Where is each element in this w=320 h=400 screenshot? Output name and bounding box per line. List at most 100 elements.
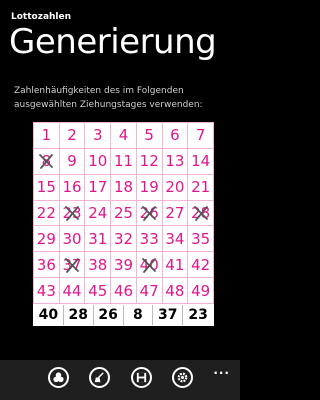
lotto-number-label: 49 bbox=[191, 281, 211, 300]
lotto-number-cell[interactable]: 36 bbox=[34, 252, 60, 279]
lotto-number-cell[interactable]: 16 bbox=[59, 174, 86, 201]
lotto-number-label: 33 bbox=[139, 229, 159, 248]
lotto-number-label: 6 bbox=[170, 126, 180, 145]
lotto-number-label: 20 bbox=[165, 178, 185, 197]
generated-numbers-row: 40 28 26 8 37 23 bbox=[33, 304, 214, 326]
lotto-number-label: 42 bbox=[191, 255, 211, 274]
lotto-number-cell[interactable]: 9 bbox=[59, 148, 86, 175]
lotto-number-cell[interactable]: 23 bbox=[59, 200, 86, 227]
lotto-number-cell[interactable]: 46 bbox=[111, 278, 137, 304]
instructions-text: Zahlenhäufigkeiten des im Folgenden ausg… bbox=[14, 86, 203, 110]
lotto-number-cell[interactable]: 21 bbox=[188, 174, 214, 201]
lotto-number-cell[interactable]: 29 bbox=[34, 226, 60, 253]
lotto-number-cell[interactable]: 6 bbox=[162, 123, 189, 149]
lotto-number-cell[interactable]: 10 bbox=[85, 148, 112, 175]
lotto-number-cell[interactable]: 37 bbox=[59, 252, 86, 279]
lotto-number-label: 1 bbox=[41, 126, 52, 145]
lotto-number-cell[interactable]: 43 bbox=[34, 278, 60, 304]
lotto-number-label: 26 bbox=[139, 203, 159, 222]
lotto-number-cell[interactable]: 27 bbox=[162, 200, 189, 227]
broom-icon bbox=[94, 372, 104, 383]
lotto-number-cell[interactable]: 8 bbox=[34, 148, 60, 175]
lotto-number-label: 19 bbox=[139, 178, 159, 197]
lotto-number-cell[interactable]: 31 bbox=[85, 226, 112, 253]
lotto-number-cell[interactable]: 34 bbox=[162, 226, 189, 253]
lotto-number-cell[interactable]: 26 bbox=[136, 200, 163, 227]
lotto-number-cell[interactable]: 38 bbox=[85, 252, 112, 279]
lotto-number-cell[interactable]: 45 bbox=[85, 278, 112, 304]
lotto-number-label: 9 bbox=[67, 152, 77, 171]
lotto-number-label: 39 bbox=[113, 255, 134, 274]
generated-number: 23 bbox=[188, 307, 208, 323]
lotto-number-label: 2 bbox=[67, 126, 77, 145]
lotto-number-cell[interactable]: 18 bbox=[111, 174, 137, 201]
lotto-number-cell[interactable]: 2 bbox=[59, 123, 86, 149]
app-title: Lottozahlen bbox=[11, 12, 72, 22]
lotto-number-cell[interactable]: 32 bbox=[111, 226, 137, 253]
lotto-number-label: 17 bbox=[88, 178, 108, 197]
generated-number: 40 bbox=[34, 305, 64, 325]
lotto-number-label: 10 bbox=[88, 152, 108, 171]
lotto-number-label: 25 bbox=[113, 203, 134, 222]
lotto-number-cell[interactable]: 30 bbox=[59, 226, 86, 253]
lotto-number-cell[interactable]: 14 bbox=[188, 148, 214, 175]
settings-button[interactable] bbox=[172, 367, 193, 388]
save-button[interactable] bbox=[131, 367, 152, 388]
lotto-number-label: 21 bbox=[191, 178, 211, 197]
lotto-number-grid: 1 2 3 4 5 6 7 8 9 10 11 12 13 14 15 16 17 18 19 20 21 22 23 24 2… bbox=[33, 122, 214, 304]
generated-number: 37 bbox=[153, 305, 184, 325]
lotto-number-cell[interactable]: 22 bbox=[34, 200, 60, 227]
lotto-number-cell[interactable]: 41 bbox=[162, 252, 189, 279]
lotto-number-cell[interactable]: 19 bbox=[136, 174, 163, 201]
balls-button[interactable] bbox=[48, 367, 69, 388]
lotto-number-cell[interactable]: 7 bbox=[188, 123, 214, 149]
lotto-number-label: 13 bbox=[165, 152, 185, 171]
lotto-number-cell[interactable]: 3 bbox=[85, 123, 112, 149]
more-options-button[interactable]: ... bbox=[213, 363, 230, 377]
lotto-number-label: 23 bbox=[62, 203, 82, 222]
generated-number: 8 bbox=[124, 305, 154, 325]
lotto-number-cell[interactable]: 42 bbox=[188, 252, 214, 279]
lotto-number-label: 3 bbox=[93, 126, 103, 145]
lotto-number-label: 7 bbox=[195, 126, 206, 145]
lotto-number-cell[interactable]: 48 bbox=[162, 278, 189, 304]
lotto-number-cell[interactable]: 20 bbox=[162, 174, 189, 201]
lotto-number-cell[interactable]: 44 bbox=[59, 278, 86, 304]
lotto-number-cell[interactable]: 24 bbox=[85, 200, 112, 227]
lotto-number-cell[interactable]: 35 bbox=[188, 226, 214, 253]
lotto-number-label: 22 bbox=[36, 203, 56, 222]
lotto-number-label: 8 bbox=[41, 152, 52, 171]
lotto-number-label: 38 bbox=[88, 255, 108, 274]
lotto-number-cell[interactable]: 15 bbox=[34, 174, 60, 201]
lotto-number-cell[interactable]: 13 bbox=[162, 148, 189, 175]
lotto-number-cell[interactable]: 5 bbox=[136, 123, 163, 149]
lotto-number-label: 30 bbox=[62, 229, 82, 248]
clear-button[interactable] bbox=[89, 367, 110, 388]
lotto-number-label: 14 bbox=[191, 152, 211, 171]
lotto-number-label: 12 bbox=[139, 152, 159, 171]
lotto-number-label: 32 bbox=[113, 229, 134, 248]
lotto-number-cell[interactable]: 4 bbox=[111, 123, 137, 149]
lotto-number-cell[interactable]: 12 bbox=[136, 148, 163, 175]
lotto-number-cell[interactable]: 28 bbox=[188, 200, 214, 227]
lotto-number-cell[interactable]: 39 bbox=[111, 252, 137, 279]
lotto-number-label: 34 bbox=[165, 229, 185, 248]
lotto-number-cell[interactable]: 11 bbox=[111, 148, 137, 175]
generated-number: 28 bbox=[64, 305, 94, 325]
lotto-number-label: 37 bbox=[62, 255, 82, 274]
lotto-number-cell[interactable]: 40 bbox=[136, 252, 163, 279]
lotto-number-label: 11 bbox=[113, 152, 134, 171]
lotto-number-cell[interactable]: 33 bbox=[136, 226, 163, 253]
lotto-number-label: 28 bbox=[191, 203, 211, 222]
lotto-number-label: 44 bbox=[62, 281, 82, 300]
lotto-number-label: 48 bbox=[165, 281, 185, 300]
lotto-number-label: 45 bbox=[88, 281, 108, 300]
lotto-number-cell[interactable]: 17 bbox=[85, 174, 112, 201]
lotto-number-label: 24 bbox=[88, 203, 108, 222]
lotto-number-label: 18 bbox=[113, 178, 134, 197]
lotto-number-cell[interactable]: 47 bbox=[136, 278, 163, 304]
lotto-number-cell[interactable]: 25 bbox=[111, 200, 137, 227]
settings-icon bbox=[177, 372, 188, 383]
lotto-number-cell[interactable]: 49 bbox=[188, 278, 214, 304]
lotto-number-cell[interactable]: 1 bbox=[34, 123, 60, 149]
